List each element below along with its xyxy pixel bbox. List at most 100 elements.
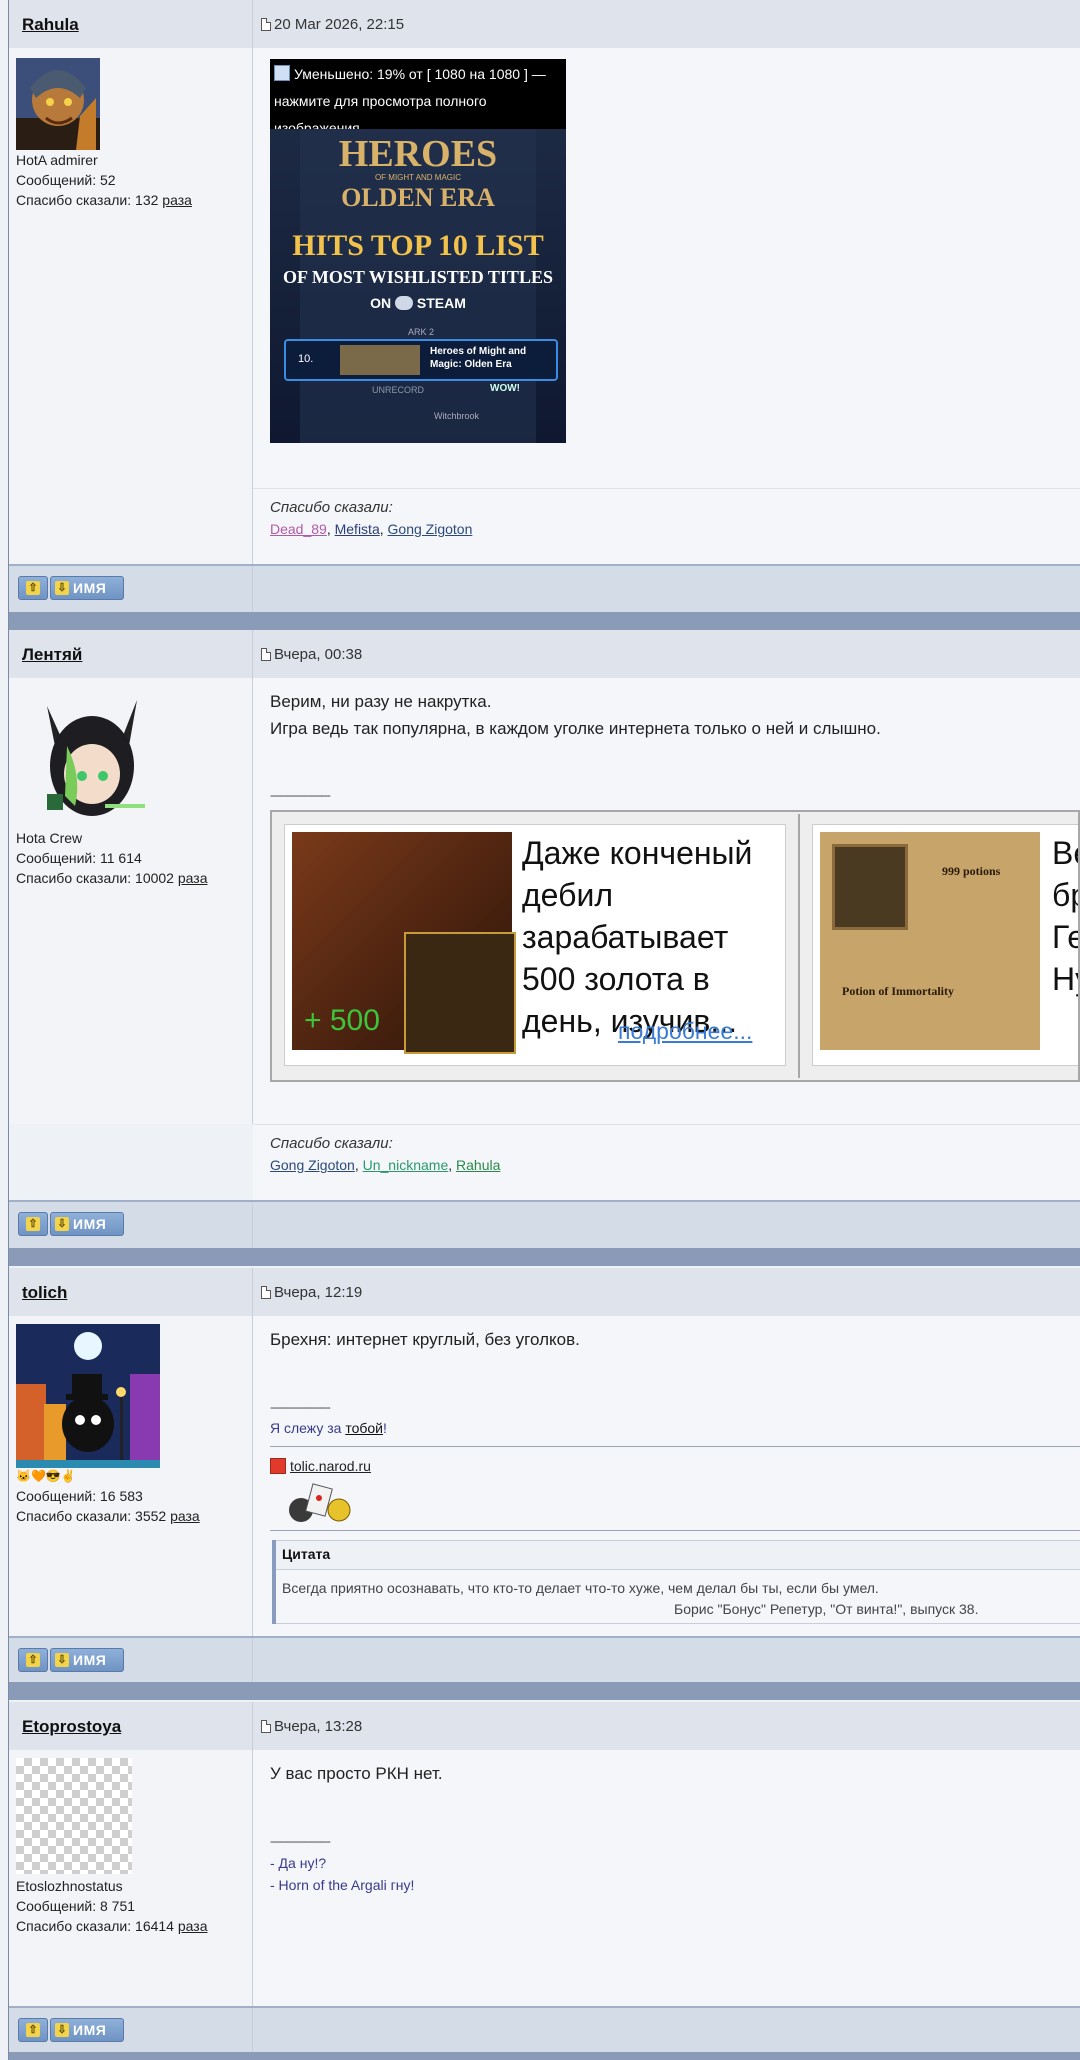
scroll-up-button[interactable]: ⇧ [18,1648,48,1672]
thanks-user[interactable]: Un_nickname [363,1157,449,1173]
signature-lines: - Да ну!? - Horn of the Argali гну! [270,1855,415,1893]
avatar [16,58,100,150]
scroll-up-button[interactable]: ⇧ [18,576,48,600]
post-separator [9,1682,1080,1700]
arrow-down-icon: ⇩ [55,1217,69,1231]
game-subtitle-text: OF MIGHT AND MAGIC [374,173,462,182]
signature-separator: -------------------- [270,788,331,802]
rank-banner: 10. Heroes of Might and Magic: Olden Era [284,339,558,381]
messages-count: Сообщений: 11 614 [16,850,142,866]
post-link-icon[interactable] [261,1286,271,1299]
thanks-title: Спасибо сказали: [270,1135,393,1152]
thanks-link[interactable]: раза [178,870,208,886]
thanks-user[interactable]: Dead_89 [270,521,327,537]
ad-banner-2[interactable]: 999 potions Potion of Immortality Ве бр … [802,814,1078,1078]
signature-ads: + 500 Даже конченый дебил зарабатывает 5… [270,810,1080,1082]
thanks-count: Спасибо сказали: 16414 раза [16,1918,208,1934]
image-line3: ON STEAM [370,295,466,311]
messages-count: Сообщений: 16 583 [16,1488,143,1504]
game-edition-text: OLDEN ERA [341,183,495,212]
thanks-link[interactable]: раза [178,1918,208,1934]
arrow-down-icon: ⇩ [55,2023,69,2037]
site-link[interactable]: tolic.narod.ru [290,1458,371,1474]
image-line1: HITS TOP 10 LIST [292,229,544,262]
ad-bonus-text: + 500 [304,1004,380,1037]
post-link-icon[interactable] [261,18,271,31]
signature-separator: -------------------- [270,1400,331,1414]
thanks-count: Спасибо сказали: 132 раза [16,192,192,208]
avatar [27,686,157,826]
post-separator [9,612,1080,630]
thanks-user[interactable]: Rahula [456,1157,500,1173]
user-title: Etoslozhnostatus [16,1878,123,1894]
post-link-icon[interactable] [261,648,271,661]
post-message: Верим, ни разу не накрутка. Игра ведь та… [270,692,881,738]
attached-image[interactable]: Уменьшено: 19% от [ 1080 на 1080 ] — наж… [270,59,566,443]
post-footer: ⇧ ⇩ ИМЯ [9,1200,1080,1248]
post-header: Etoprostoya Вчера, 13:28 [9,1702,1080,1750]
author-name[interactable]: tolich [22,1283,67,1303]
insert-name-button[interactable]: ⇩ ИМЯ [50,2018,124,2042]
avatar [16,1324,160,1468]
quote-author: Борис "Бонус" Репетур, "От винта!", выпу… [674,1601,979,1617]
image-content: HEROES OF MIGHT AND MAGIC OLDEN ERA HITS… [270,129,566,443]
user-title: HotA admirer [16,152,98,168]
post-date: Вчера, 12:19 [274,1284,363,1301]
quote-block: Цитата Всегда приятно осознавать, что кт… [272,1540,1080,1624]
post-header: tolich Вчера, 12:19 [9,1268,1080,1316]
ad-label-1: 999 potions [942,864,1001,878]
insert-name-button[interactable]: ⇩ ИМЯ [50,1648,124,1672]
arrow-down-icon: ⇩ [55,1653,69,1667]
scroll-up-button[interactable]: ⇧ [18,2018,48,2042]
thanks-count: Спасибо сказали: 3552 раза [16,1508,200,1524]
thanks-box: Спасибо сказали: Gong Zigoton, Un_nickna… [253,1124,1080,1201]
post-header: Лентяй Вчера, 00:38 [9,630,1080,678]
post-header: Rahula 20 Mar 2026, 22:15 [9,0,1080,48]
insert-name-button[interactable]: ⇩ ИМЯ [50,1212,124,1236]
post-date: 20 Mar 2026, 22:15 [274,16,405,33]
post-date: Вчера, 00:38 [274,646,363,663]
signature-image [285,1480,355,1524]
thanks-title: Спасибо сказали: [270,499,393,516]
quote-title: Цитата [282,1546,331,1562]
thanks-box: Спасибо сказали: Dead_89, Mefista, Gong … [253,488,1080,567]
author-name[interactable]: Etoprostoya [22,1717,121,1737]
thanks-link[interactable]: раза [170,1508,200,1524]
image-resize-notice[interactable]: Уменьшено: 19% от [ 1080 на 1080 ] — наж… [270,59,566,136]
arrow-up-icon: ⇧ [26,581,40,595]
post-footer: ⇧ ⇩ ИМЯ [9,564,1080,612]
arrow-up-icon: ⇧ [26,1217,40,1231]
image-other3: WOW! [490,383,520,394]
author-name[interactable]: Лентяй [22,645,82,665]
arrow-link-icon [270,1458,286,1474]
image-icon [274,65,290,81]
arrow-up-icon: ⇧ [26,1653,40,1667]
thanks-user[interactable]: Gong Zigoton [270,1157,355,1173]
thanks-user[interactable]: Gong Zigoton [388,521,473,537]
post-message: Брехня: интернет круглый, без уголков. [270,1330,580,1349]
ad-more-link[interactable]: подробнее... [618,1018,752,1045]
author-name[interactable]: Rahula [22,15,79,35]
thanks-user[interactable]: Mefista [335,521,380,537]
signature-line: Я слежу за тобой! [270,1420,387,1436]
ad-text: Даже конченый дебил зарабатывает 500 зол… [522,835,753,1039]
image-line2: OF MOST WISHLISTED TITLES [283,267,553,287]
signature-separator: -------------------- [270,1834,331,1848]
image-other1: ARK 2 [408,327,435,337]
post-link-icon[interactable] [261,1720,271,1733]
arrow-down-icon: ⇩ [55,581,69,595]
steam-icon [395,296,413,310]
post-separator [9,1248,1080,1266]
thanks-count: Спасибо сказали: 10002 раза [16,870,208,886]
ad-label-2: Potion of Immortality [842,984,954,998]
thanks-list: Dead_89, Mefista, Gong Zigoton [270,521,473,537]
thanks-link[interactable]: раза [162,192,192,208]
insert-name-button[interactable]: ⇩ ИМЯ [50,576,124,600]
post-footer: ⇧ ⇩ ИМЯ [9,2006,1080,2054]
signature-link[interactable]: тобой [345,1420,383,1436]
ad-text: Ве бр Ге Ну [1052,835,1078,997]
messages-count: Сообщений: 52 [16,172,116,188]
arrow-up-icon: ⇧ [26,2023,40,2037]
scroll-up-button[interactable]: ⇧ [18,1212,48,1236]
ad-banner-1[interactable]: + 500 Даже конченый дебил зарабатывает 5… [274,814,800,1078]
